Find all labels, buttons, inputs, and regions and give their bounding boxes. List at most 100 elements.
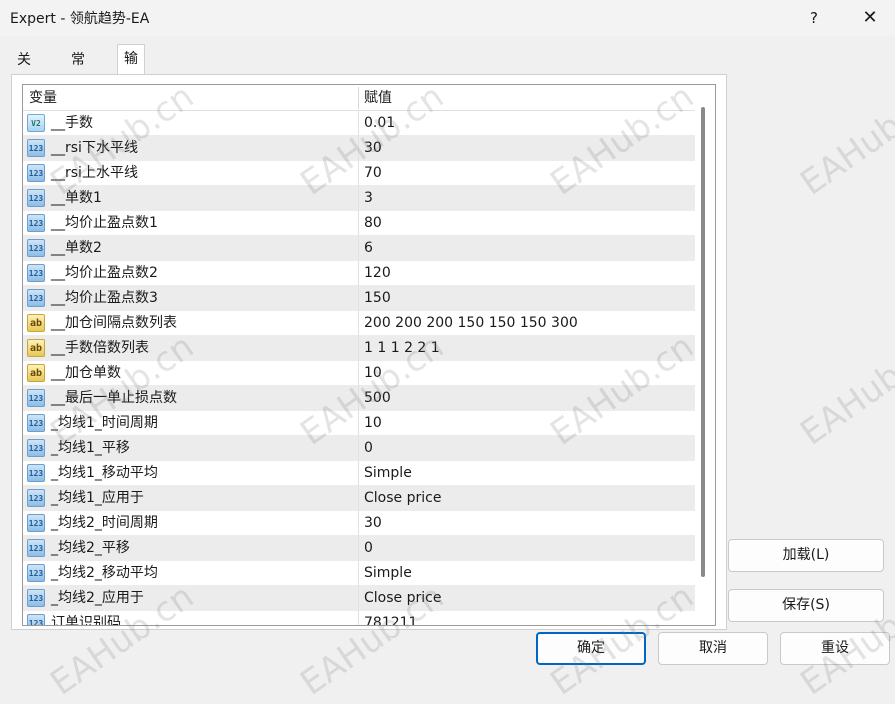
variable-name: __rsi下水平线	[51, 140, 138, 156]
column-header-value[interactable]: 赋值	[364, 85, 392, 111]
cell-divider	[358, 586, 359, 611]
variable-value[interactable]: 781211	[364, 611, 417, 625]
table-row[interactable]: 123 _均线1_时间周期 10	[23, 411, 695, 436]
integer-type-icon: 123	[27, 539, 45, 557]
cell-divider	[358, 161, 359, 186]
variable-value[interactable]: 120	[364, 261, 391, 286]
table-row[interactable]: 123 __均价止盈点数2 120	[23, 261, 695, 286]
table-row[interactable]: 123 _均线2_平移 0	[23, 536, 695, 561]
load-button[interactable]: 加载(L)	[728, 539, 884, 572]
variable-name: __均价止盈点数2	[51, 265, 158, 281]
cell-divider	[358, 261, 359, 286]
integer-type-icon: 123	[27, 389, 45, 407]
ok-button[interactable]: 确定	[536, 632, 646, 665]
column-divider[interactable]	[358, 87, 359, 109]
variable-name: __rsi上水平线	[51, 165, 138, 181]
table-row[interactable]: ab __手数倍数列表 1 1 1 2 2 1	[23, 336, 695, 361]
tab-common[interactable]: 常用	[65, 46, 91, 96]
table-row[interactable]: ab __加仓间隔点数列表 200 200 200 150 150 150 300	[23, 311, 695, 336]
variable-value[interactable]: Simple	[364, 561, 412, 586]
integer-type-icon: 123	[27, 239, 45, 257]
table-row[interactable]: 123 _均线1_移动平均 Simple	[23, 461, 695, 486]
integer-type-icon: 123	[27, 139, 45, 157]
table-row[interactable]: 123 __最后一单止损点数 500	[23, 386, 695, 411]
close-button[interactable]: ✕	[848, 3, 892, 33]
table-row[interactable]: 123 _均线2_时间周期 30	[23, 511, 695, 536]
variable-name: __手数	[51, 115, 93, 131]
cell-divider	[358, 311, 359, 336]
parameters-grid: 变量 赋值 V2 __手数 0.01 123 __rsi下水平线 30 123 __rsi上水…	[22, 84, 716, 626]
variable-value[interactable]: 80	[364, 211, 382, 236]
save-button[interactable]: 保存(S)	[728, 589, 884, 622]
variable-value[interactable]: 10	[364, 411, 382, 436]
variable-value[interactable]: 200 200 200 150 150 150 300	[364, 311, 578, 336]
variable-name: __手数倍数列表	[51, 340, 149, 356]
variable-name: __单数1	[51, 190, 102, 206]
variable-name: _均线2_时间周期	[51, 515, 158, 531]
window-title: Expert - 领航趋势-EA	[10, 11, 150, 27]
table-row[interactable]: 123 __单数2 6	[23, 236, 695, 261]
string-type-icon: ab	[27, 364, 45, 382]
variable-value[interactable]: 3	[364, 186, 373, 211]
variable-name: _均线2_移动平均	[51, 565, 158, 581]
grid-rows: V2 __手数 0.01 123 __rsi下水平线 30 123 __rsi上水平线 70 12…	[23, 111, 695, 626]
scrollbar-thumb[interactable]	[701, 107, 705, 577]
variable-value[interactable]: 30	[364, 136, 382, 161]
tab-about[interactable]: 关于	[11, 46, 37, 96]
variable-value[interactable]: Close price	[364, 486, 441, 511]
table-row[interactable]: 123 _均线1_应用于 Close price	[23, 486, 695, 511]
variable-value[interactable]: 70	[364, 161, 382, 186]
table-row[interactable]: ab __加仓单数 10	[23, 361, 695, 386]
help-button[interactable]: ?	[798, 3, 830, 33]
variable-value[interactable]: Close price	[364, 586, 441, 611]
variable-value[interactable]: Simple	[364, 461, 412, 486]
double-type-icon: V2	[27, 114, 45, 132]
table-row[interactable]: 123 _均线2_应用于 Close price	[23, 586, 695, 611]
variable-name: 订单识别码	[51, 615, 121, 626]
variable-name: _均线1_平移	[51, 440, 130, 456]
variable-value[interactable]: 1 1 1 2 2 1	[364, 336, 440, 361]
variable-value[interactable]: 30	[364, 511, 382, 536]
variable-value[interactable]: 150	[364, 286, 391, 311]
table-row[interactable]: 123 _均线2_移动平均 Simple	[23, 561, 695, 586]
cell-divider	[358, 211, 359, 236]
cell-divider	[358, 186, 359, 211]
table-row[interactable]: 123 __均价止盈点数1 80	[23, 211, 695, 236]
variable-value[interactable]: 0	[364, 536, 373, 561]
variable-name: _均线2_应用于	[51, 590, 144, 606]
cell-divider	[358, 361, 359, 386]
table-row[interactable]: 123 __单数1 3	[23, 186, 695, 211]
cancel-button[interactable]: 取消	[658, 632, 768, 665]
table-row[interactable]: V2 __手数 0.01	[23, 111, 695, 136]
tab-inputs[interactable]: 输入参数	[117, 44, 145, 154]
table-row[interactable]: 123 订单识别码 781211	[23, 611, 695, 626]
cell-divider	[358, 611, 359, 625]
variable-value[interactable]: 500	[364, 386, 391, 411]
integer-type-icon: 123	[27, 589, 45, 607]
variable-name: __单数2	[51, 240, 102, 256]
variable-value[interactable]: 6	[364, 236, 373, 261]
variable-value[interactable]: 0.01	[364, 111, 395, 136]
table-row[interactable]: 123 __均价止盈点数3 150	[23, 286, 695, 311]
table-row[interactable]: 123 __rsi上水平线 70	[23, 161, 695, 186]
variable-name: _均线1_应用于	[51, 490, 144, 506]
cell-divider	[358, 286, 359, 311]
integer-type-icon: 123	[27, 414, 45, 432]
variable-value[interactable]: 0	[364, 436, 373, 461]
cell-divider	[358, 436, 359, 461]
column-header-variable[interactable]: 变量	[29, 85, 57, 111]
table-row[interactable]: 123 __rsi下水平线 30	[23, 136, 695, 161]
cell-divider	[358, 411, 359, 436]
integer-type-icon: 123	[27, 264, 45, 282]
cell-divider	[358, 461, 359, 486]
grid-header: 变量 赋值	[23, 85, 695, 111]
variable-value[interactable]: 10	[364, 361, 382, 386]
variable-name: __均价止盈点数3	[51, 290, 158, 306]
table-row[interactable]: 123 _均线1_平移 0	[23, 436, 695, 461]
watermark-text: EAHub.cn	[793, 76, 895, 204]
integer-type-icon: 123	[27, 439, 45, 457]
cell-divider	[358, 336, 359, 361]
string-type-icon: ab	[27, 314, 45, 332]
vertical-scrollbar[interactable]	[699, 107, 709, 577]
reset-button[interactable]: 重设	[780, 632, 890, 665]
